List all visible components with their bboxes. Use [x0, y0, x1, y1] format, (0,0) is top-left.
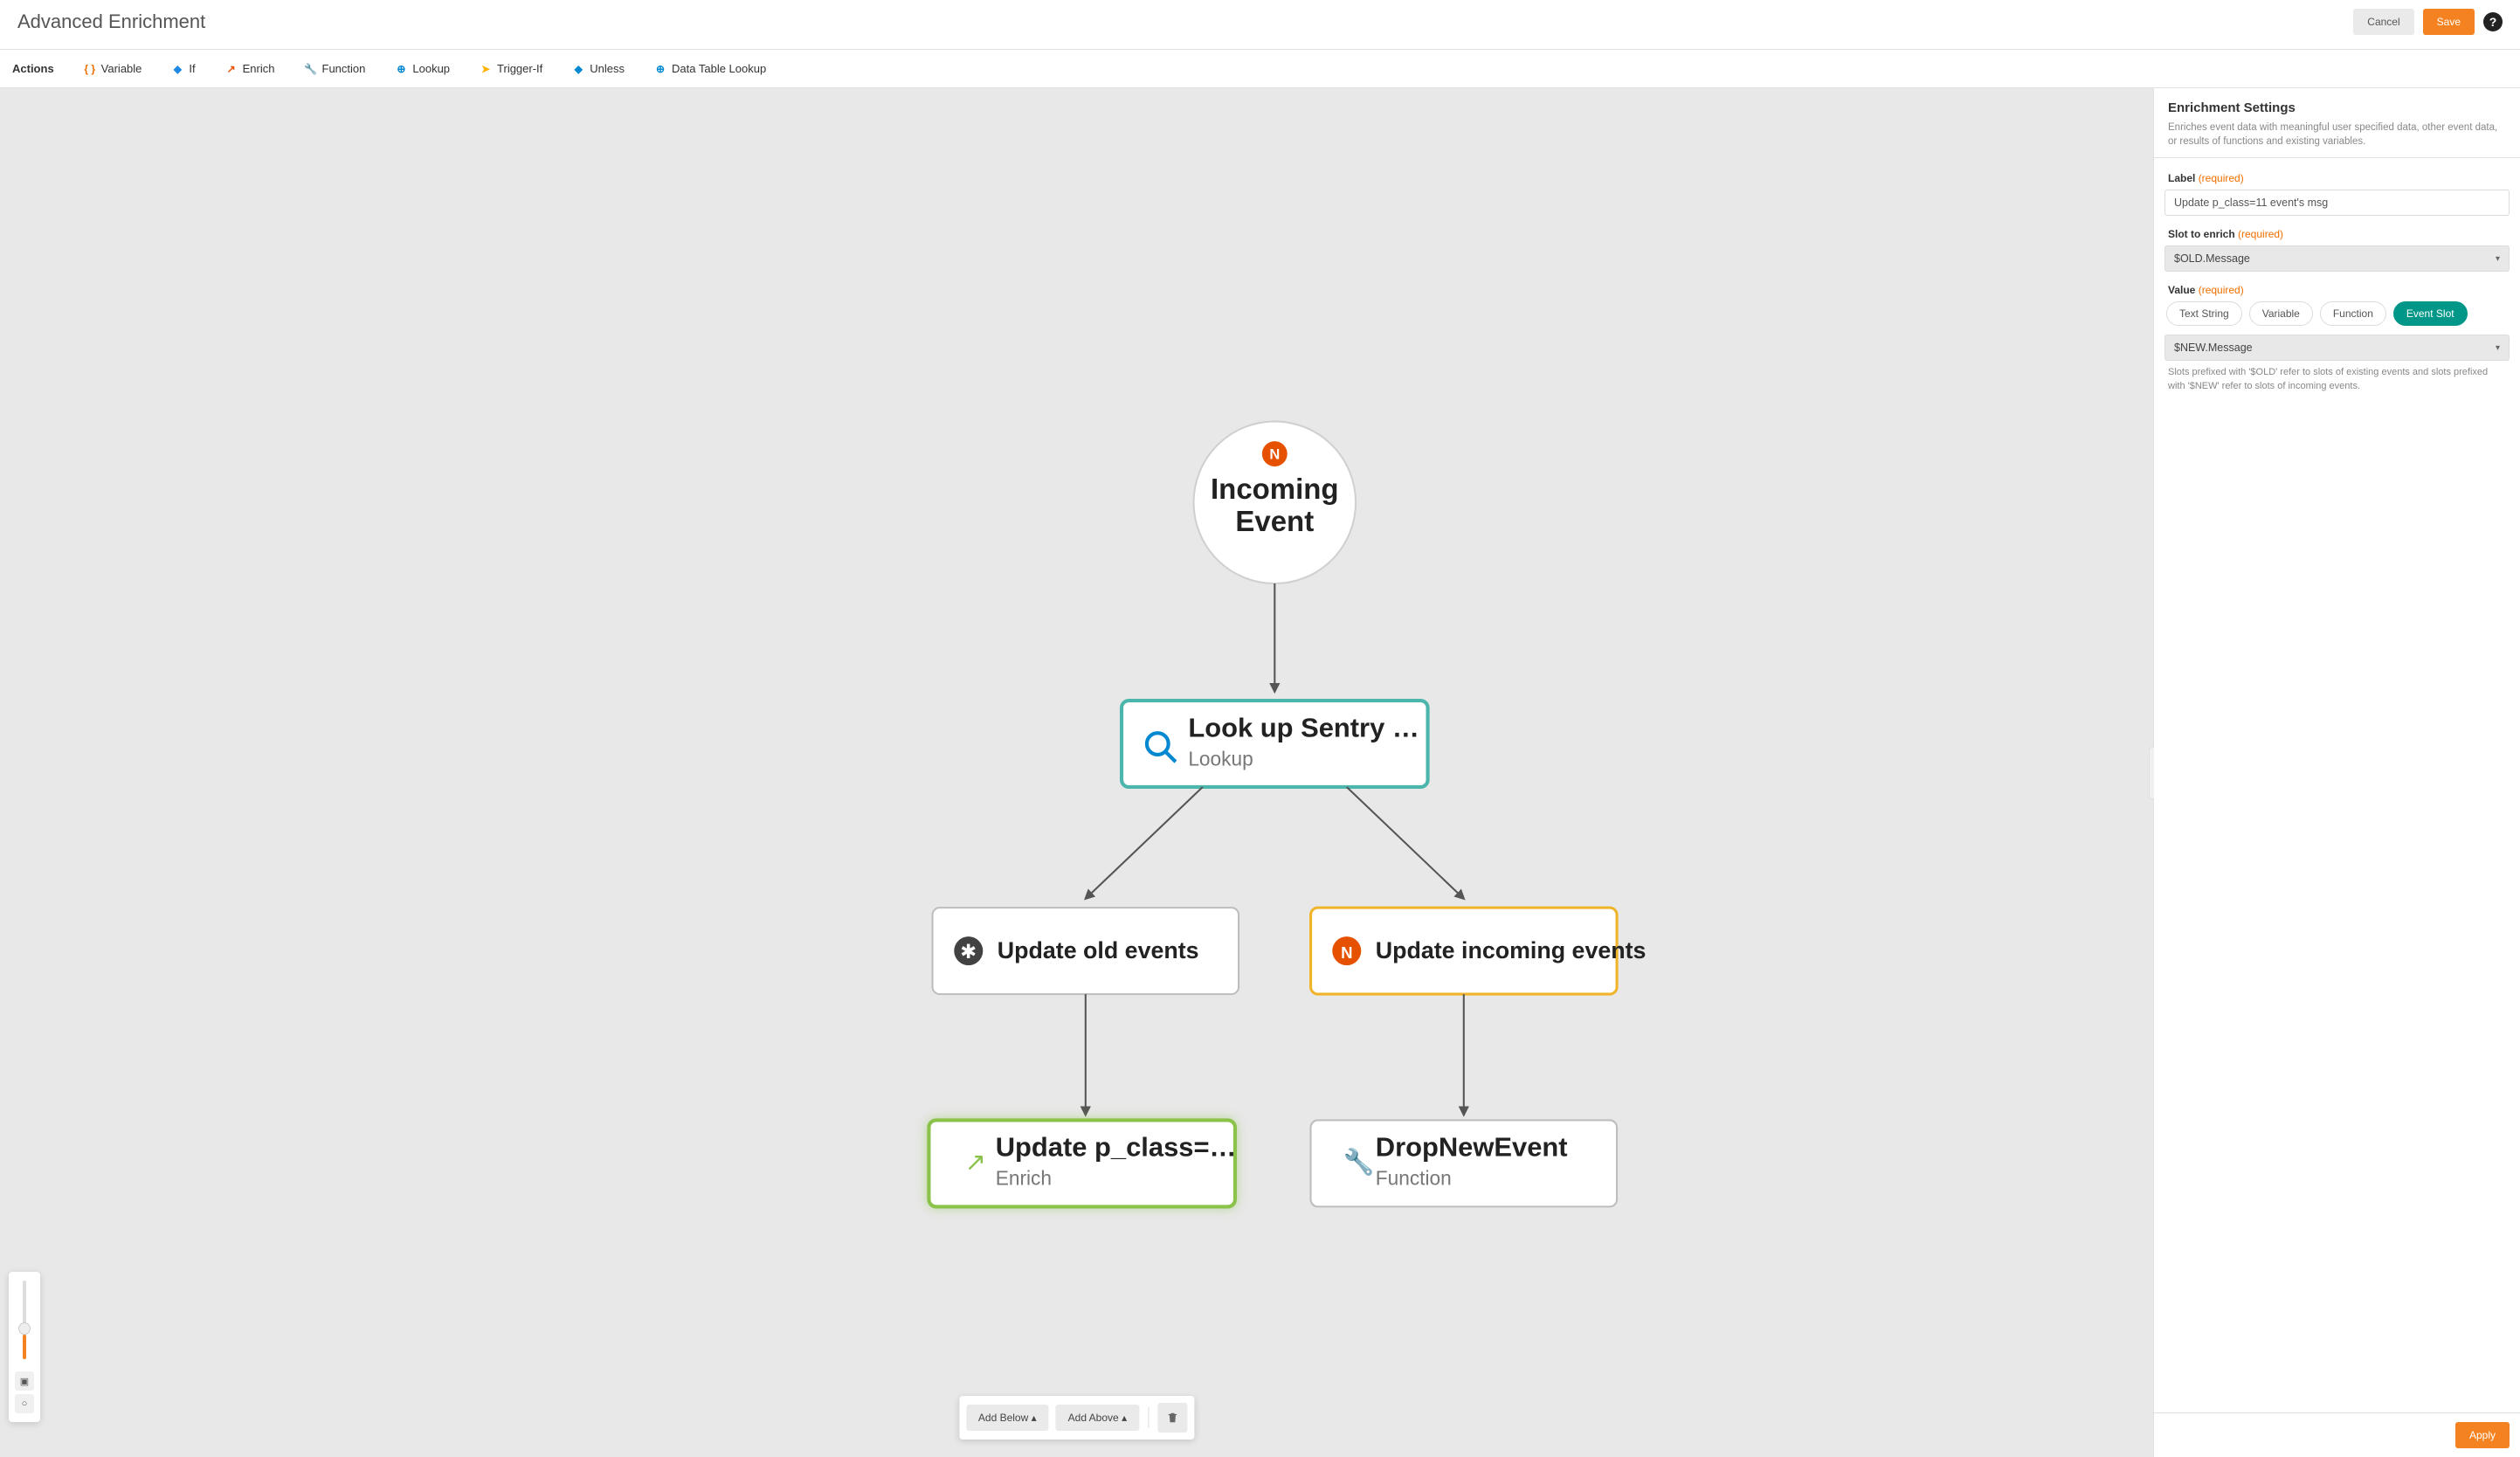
- delete-button[interactable]: [1157, 1403, 1187, 1433]
- value-type-pills: Text String Variable Function Event Slot: [2164, 301, 2510, 326]
- svg-text:Enrich: Enrich: [996, 1167, 1052, 1190]
- zoom-slider[interactable]: [23, 1281, 26, 1359]
- apply-button[interactable]: Apply: [2455, 1422, 2510, 1448]
- page-title: Advanced Enrichment: [17, 10, 205, 33]
- pill-text-string[interactable]: Text String: [2166, 301, 2242, 326]
- pill-variable[interactable]: Variable: [2249, 301, 2313, 326]
- actions-label: Actions: [12, 62, 54, 75]
- panel-collapse-handle[interactable]: [2149, 747, 2154, 799]
- svg-text:N: N: [1269, 447, 1280, 463]
- label-field-label: Label (required): [2168, 172, 2506, 184]
- if-icon: ◆: [171, 63, 183, 75]
- action-unless[interactable]: ◆ Unless: [567, 59, 630, 79]
- add-above-button[interactable]: Add Above ▴: [1056, 1405, 1139, 1431]
- node-enrich-selected[interactable]: ↗ Update p_class=… Enrich: [929, 1120, 1236, 1206]
- zoom-reset-button[interactable]: ○: [15, 1394, 34, 1413]
- chevron-down-icon: ▾: [2496, 343, 2500, 353]
- pill-function[interactable]: Function: [2320, 301, 2386, 326]
- svg-text:↗: ↗: [965, 1149, 986, 1177]
- trash-icon: [1166, 1412, 1178, 1424]
- svg-text:DropNewEvent: DropNewEvent: [1376, 1132, 1568, 1163]
- action-label: Lookup: [412, 62, 450, 75]
- caret-up-icon: ▴: [1122, 1412, 1127, 1424]
- svg-text:✱: ✱: [960, 940, 977, 963]
- action-label: Enrich: [243, 62, 275, 75]
- action-variable[interactable]: { } Variable: [79, 59, 148, 79]
- action-label: Variable: [101, 62, 142, 75]
- node-incoming-event[interactable]: N Incoming Event: [1194, 421, 1357, 583]
- value-hint: Slots prefixed with '$OLD' refer to slot…: [2168, 366, 2506, 393]
- svg-text:🔧: 🔧: [1343, 1146, 1375, 1177]
- action-label: Unless: [590, 62, 625, 75]
- chevron-down-icon: ▾: [2496, 254, 2500, 264]
- svg-text:Update incoming events: Update incoming events: [1376, 937, 1647, 963]
- function-icon: 🔧: [305, 63, 317, 75]
- action-lookup[interactable]: ⊕ Lookup: [390, 59, 455, 79]
- flow-canvas[interactable]: N Incoming Event Look up Sentry … Lookup: [0, 88, 2153, 1457]
- node-update-old-events[interactable]: ✱ Update old events: [933, 908, 1239, 994]
- node-update-incoming-events[interactable]: N Update incoming events: [1311, 908, 1647, 994]
- zoom-fit-button[interactable]: ▣: [15, 1371, 34, 1391]
- actions-toolbar: Actions { } Variable ◆ If ↗ Enrich 🔧 Fun…: [0, 50, 2520, 88]
- add-bar: Add Below ▴ Add Above ▴: [959, 1396, 1194, 1440]
- action-label: If: [189, 62, 195, 75]
- svg-text:N: N: [1341, 943, 1352, 962]
- trigger-if-icon: ➤: [480, 63, 492, 75]
- action-if[interactable]: ◆ If: [166, 59, 200, 79]
- node-drop-new-event[interactable]: 🔧 DropNewEvent Function: [1311, 1120, 1618, 1206]
- pill-event-slot[interactable]: Event Slot: [2393, 301, 2468, 326]
- svg-text:Update p_class=…: Update p_class=…: [996, 1132, 1237, 1163]
- action-trigger-if[interactable]: ➤ Trigger-If: [474, 59, 548, 79]
- slot-field-label: Slot to enrich (required): [2168, 228, 2506, 240]
- cancel-button[interactable]: Cancel: [2353, 9, 2413, 35]
- unless-icon: ◆: [572, 63, 584, 75]
- action-data-table-lookup[interactable]: ⊕ Data Table Lookup: [649, 59, 771, 79]
- action-function[interactable]: 🔧 Function: [300, 59, 371, 79]
- slot-select[interactable]: $OLD.Message ▾: [2164, 245, 2510, 272]
- svg-text:Incoming: Incoming: [1211, 473, 1339, 505]
- svg-text:Update old events: Update old events: [998, 937, 1199, 963]
- top-header: Advanced Enrichment Cancel Save ?: [0, 0, 2520, 50]
- lookup-icon: ⊕: [395, 63, 407, 75]
- svg-text:Function: Function: [1376, 1167, 1452, 1190]
- zoom-widget: ▣ ○: [9, 1272, 40, 1422]
- action-label: Trigger-If: [497, 62, 542, 75]
- svg-text:Lookup: Lookup: [1188, 747, 1253, 770]
- panel-description: Enriches event data with meaningful user…: [2168, 121, 2506, 148]
- save-button[interactable]: Save: [2423, 9, 2475, 35]
- divider: [1148, 1407, 1149, 1428]
- action-enrich[interactable]: ↗ Enrich: [220, 59, 280, 79]
- help-icon[interactable]: ?: [2483, 12, 2503, 31]
- label-input[interactable]: [2164, 190, 2510, 216]
- svg-text:Event: Event: [1235, 505, 1314, 537]
- enrich-icon: ↗: [225, 63, 238, 75]
- caret-up-icon: ▴: [1032, 1412, 1037, 1424]
- settings-panel: Enrichment Settings Enriches event data …: [2153, 88, 2520, 1457]
- panel-title: Enrichment Settings: [2168, 100, 2506, 115]
- action-label: Data Table Lookup: [672, 62, 766, 75]
- value-field-label: Value (required): [2168, 284, 2506, 296]
- node-lookup[interactable]: Look up Sentry … Lookup: [1122, 701, 1428, 787]
- add-below-button[interactable]: Add Below ▴: [966, 1405, 1049, 1431]
- action-label: Function: [322, 62, 366, 75]
- variable-icon: { }: [84, 63, 96, 75]
- data-table-lookup-icon: ⊕: [654, 63, 666, 75]
- svg-text:Look up Sentry …: Look up Sentry …: [1188, 712, 1419, 742]
- value-select[interactable]: $NEW.Message ▾: [2164, 335, 2510, 361]
